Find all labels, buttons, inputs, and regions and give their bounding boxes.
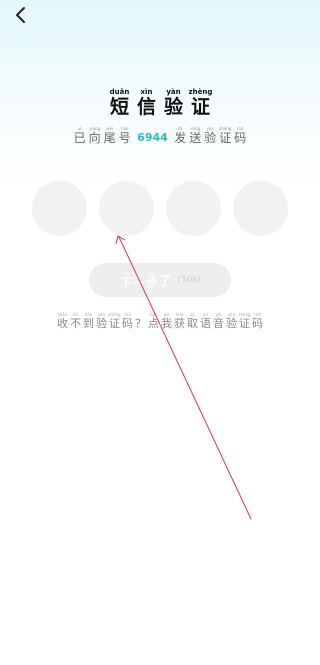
code-input-row <box>32 181 288 236</box>
back-button[interactable] <box>9 3 33 27</box>
phone-tail-number: 6944 <box>137 131 168 144</box>
title-char: duǎn 短 <box>109 88 130 118</box>
code-digit-input-1[interactable] <box>32 181 87 236</box>
sent-info-char: wěi 尾 <box>103 126 116 145</box>
help-char: yàn 验 <box>96 312 107 330</box>
code-digit-input-4[interactable] <box>233 181 288 236</box>
voice-code-link[interactable]: diǎn 点 wǒ 我 huò 获 qǔ 取 yǔ 语 yīn 音 yàn 验 zhèng 证 … <box>147 312 264 330</box>
code-digit-input-3[interactable] <box>166 181 221 236</box>
sent-info-char: yǐ 已 <box>73 126 86 145</box>
chevron-left-icon <box>14 5 28 25</box>
help-char: zhèng 证 <box>108 312 121 330</box>
sent-info-char: fā 发 <box>174 126 187 145</box>
sent-info-char: zhèng 证 <box>219 126 232 145</box>
countdown-timer: (50s) <box>177 275 201 285</box>
link-char: wǒ 我 <box>161 312 172 330</box>
link-char: yīn 音 <box>213 312 224 330</box>
sent-info-char: sòng 送 <box>189 126 202 145</box>
sent-info-char: hào 号 <box>118 126 131 145</box>
next-step-button[interactable]: xià 下 yī 一 bù 步 了 (50s) <box>89 263 231 297</box>
button-char: 了 <box>158 273 171 288</box>
sent-info-char: mǎ 码 <box>234 126 247 145</box>
help-char: bú 不 <box>70 312 81 330</box>
sent-info-text: yǐ 已 xiàng 向 wěi 尾 hào 号 6944 fā 发 sòng 送 yàn 验… <box>0 126 320 145</box>
help-char: mǎ 码 <box>122 312 133 330</box>
link-char: diǎn 点 <box>148 312 159 330</box>
help-char: ？ <box>135 317 146 330</box>
page-title: duǎn 短 xìn 信 yàn 验 zhèng 证 <box>0 89 320 117</box>
link-char: zhèng 证 <box>238 312 251 330</box>
help-char: shōu 收 <box>57 312 68 330</box>
sent-info-char: xiàng 向 <box>88 126 101 145</box>
code-digit-input-2[interactable] <box>99 181 154 236</box>
title-char: zhèng 证 <box>188 88 213 118</box>
sent-info-char: yàn 验 <box>204 126 217 145</box>
title-char: xìn 信 <box>136 88 156 118</box>
title-char: yàn 验 <box>163 88 183 118</box>
link-char: mǎ 码 <box>252 312 263 330</box>
link-char: huò 获 <box>174 312 185 330</box>
link-char: qǔ 取 <box>187 312 198 330</box>
button-char: yī 一 <box>132 270 145 290</box>
help-char: dào 到 <box>83 312 94 330</box>
button-char: bù 步 <box>145 270 158 290</box>
help-line: shōu 收 bú 不 dào 到 yàn 验 zhèng 证 mǎ 码 ？ diǎn 点 w… <box>0 312 320 330</box>
button-char: xià 下 <box>119 270 132 290</box>
link-char: yàn 验 <box>226 312 237 330</box>
link-char: yǔ 语 <box>200 312 211 330</box>
